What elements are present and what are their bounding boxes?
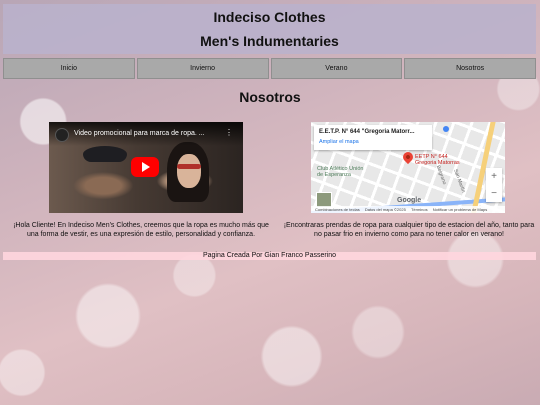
map-footer-text: Datos del mapa ©2025: [364, 207, 406, 212]
site-title: Indeciso Clothes: [213, 9, 326, 25]
map-pin-label: EETP N° 644 Gregoria Matorras: [415, 154, 460, 166]
map-info-card: E.E.T.P. N° 644 "Gregoria Matorr... Ampl…: [314, 125, 432, 150]
nav-item-nosotros[interactable]: Nosotros: [404, 58, 536, 79]
zoom-in-button[interactable]: +: [486, 168, 502, 185]
video-thumbnail-figure: [83, 146, 127, 162]
google-logo: Google: [397, 197, 422, 204]
nav-item-inicio[interactable]: Inicio: [3, 58, 135, 79]
map-poi-icon: [443, 126, 449, 132]
park-label-line: de Esperanza: [317, 172, 351, 178]
zoom-out-button[interactable]: −: [486, 185, 502, 202]
site-subtitle: Men's Indumentaries: [200, 33, 339, 49]
map-place-name: E.E.T.P. N° 644 "Gregoria Matorr...: [319, 129, 415, 135]
map-enlarge-link[interactable]: Ampliar el mapa: [319, 139, 359, 145]
map-footer-link[interactable]: Términos: [411, 207, 428, 212]
video-thumbnail-figure: [177, 164, 201, 169]
map-footer-link[interactable]: Notificar un problema de Maps: [433, 207, 487, 212]
main-nav: Inicio Invierno Verano Nosotros: [3, 58, 536, 79]
more-options-icon[interactable]: ⋮: [225, 128, 233, 137]
section-title: Nosotros: [239, 89, 301, 105]
video-thumbnail-figure: [177, 154, 201, 188]
site-header: Indeciso Clothes Men's Indumentaries: [3, 4, 536, 54]
nav-item-verano[interactable]: Verano: [270, 58, 403, 79]
map-footer: Combinaciones de teclas Datos del mapa ©…: [311, 206, 505, 213]
channel-avatar[interactable]: [55, 128, 69, 142]
intro-text: ¡Hola Cliente! En Indeciso Men's Clothes…: [13, 222, 269, 238]
map-footer-link[interactable]: Combinaciones de teclas: [315, 207, 360, 212]
nav-item-invierno[interactable]: Invierno: [136, 58, 269, 79]
play-button[interactable]: [131, 157, 159, 177]
seasons-text: ¡Encontraras prendas de ropa para cualqu…: [283, 222, 535, 238]
video-title[interactable]: Video promocional para marca de ropa. ..…: [74, 130, 205, 137]
google-map-embed[interactable]: E.E.T.P. N° 644 "Gregoria Matorr... Ampl…: [311, 122, 505, 213]
youtube-video-embed[interactable]: Video promocional para marca de ropa. ..…: [49, 122, 243, 213]
map-zoom-controls: + −: [486, 168, 502, 202]
page-credit: Pagina Creada Por Gian Franco Passerino: [3, 252, 536, 260]
map-park-label: Club Atlético Unión de Esperanza: [317, 166, 363, 178]
